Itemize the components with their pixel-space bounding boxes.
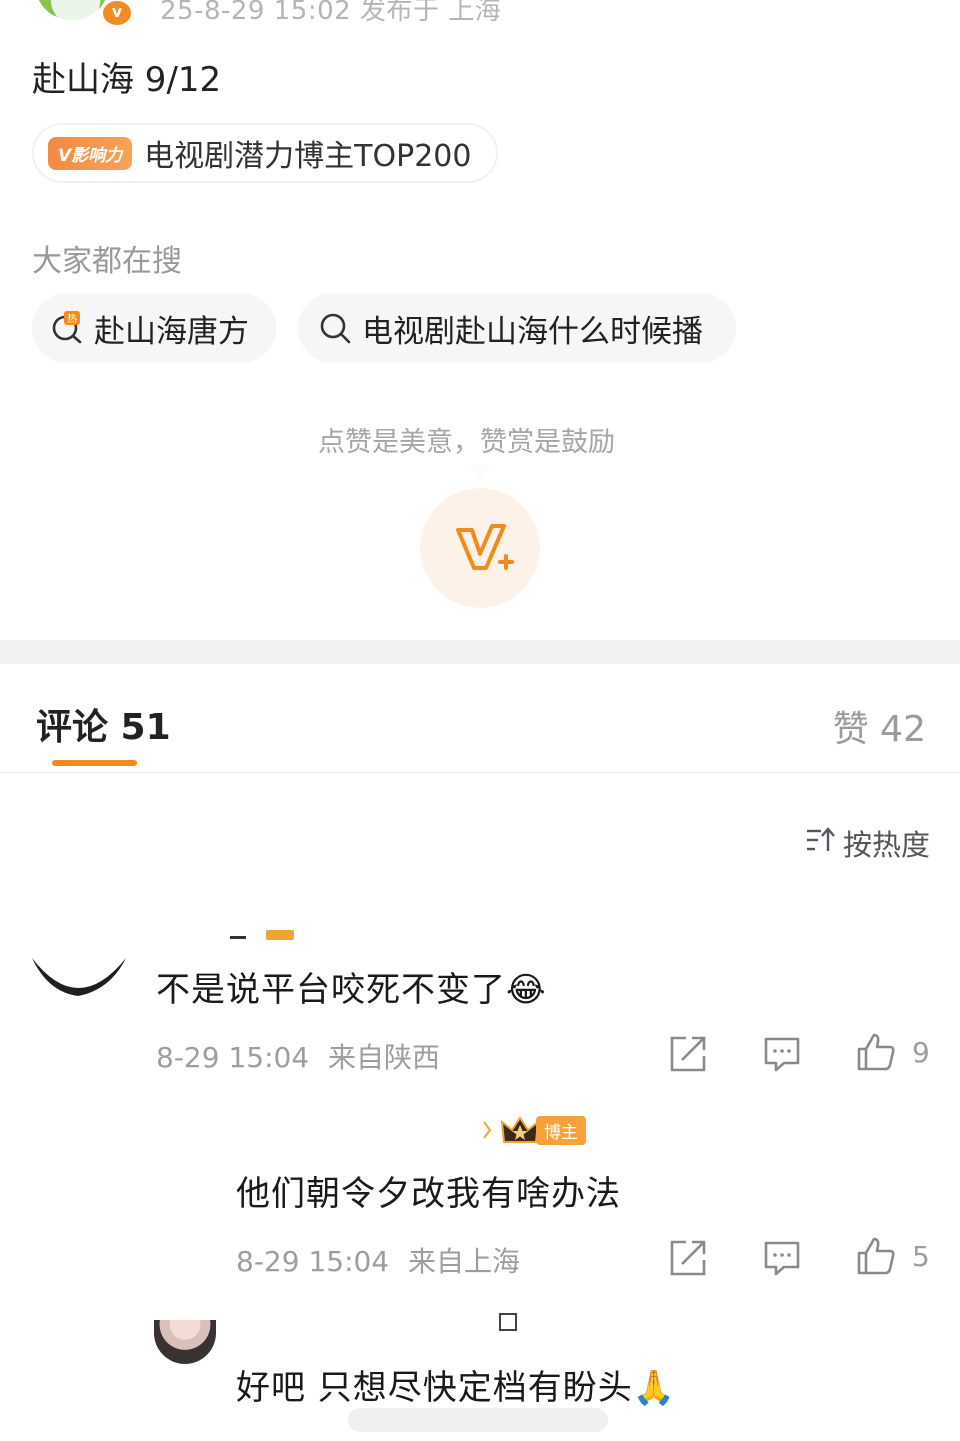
commenter-avatar[interactable]	[154, 1320, 216, 1364]
reply-icon[interactable]	[762, 1238, 802, 1278]
tab-divider	[0, 772, 960, 773]
comment-location: 来自上海	[408, 1245, 521, 1278]
comment-time: 8-29 15:04	[156, 1041, 310, 1074]
section-separator	[0, 640, 960, 664]
search-chip-label: 电视剧赴山海什么时候播	[362, 313, 703, 350]
hot-search-icon: 热	[50, 311, 84, 345]
share-icon[interactable]	[668, 1238, 708, 1278]
reply-icon[interactable]	[762, 1034, 802, 1074]
author-tag-label: 博主	[536, 1115, 586, 1145]
reward-button[interactable]	[420, 488, 540, 608]
post-meta: 25-8-29 15:02 发布于 上海	[160, 0, 502, 26]
search-chip-1[interactable]: 热 赴山海唐方	[32, 293, 276, 363]
like-count: 9	[912, 1036, 930, 1069]
svg-text:热: 热	[67, 312, 77, 325]
v-plus-reward-icon	[456, 524, 514, 570]
comment-time: 8-29 15:04	[236, 1245, 390, 1278]
blurred-meta	[348, 1408, 608, 1432]
comment-meta: 8-29 15:04 来自上海	[236, 1240, 520, 1280]
comment-meta: 8-29 15:04 来自陕西	[156, 1036, 440, 1076]
author-tag: 博主	[500, 1114, 586, 1146]
share-icon[interactable]	[668, 1034, 708, 1074]
author-avatar[interactable]	[36, 0, 108, 20]
commenter-name-fragment	[496, 1310, 522, 1340]
sort-button[interactable]: 按热度	[805, 822, 930, 864]
reward-prompt: 点赞是美意，赞赏是鼓励	[318, 427, 615, 458]
comment-location: 来自陕西	[328, 1041, 441, 1074]
influence-tag: V影响力	[48, 136, 133, 170]
search-icon	[318, 311, 352, 345]
commenter-name-fragment	[230, 926, 300, 948]
like-icon[interactable]	[856, 1032, 896, 1072]
like-count: 5	[912, 1240, 930, 1273]
verified-badge-icon: v	[100, 0, 134, 28]
trending-search-title: 大家都在搜	[32, 244, 182, 279]
crown-icon	[500, 1114, 540, 1146]
comment-text: 他们朝令夕改我有啥办法	[236, 1174, 621, 1214]
influence-badge[interactable]: V影响力 电视剧潜力博主TOP200	[32, 123, 498, 183]
post-text: 赴山海 9/12	[32, 60, 222, 100]
like-icon[interactable]	[856, 1236, 896, 1276]
search-chip-label: 赴山海唐方	[94, 313, 249, 350]
influence-label: 电视剧潜力博主TOP200	[144, 139, 472, 174]
comment-text: 好吧 只想尽快定档有盼头🙏	[236, 1368, 677, 1408]
active-tab-indicator	[52, 760, 137, 766]
tab-comments[interactable]: 评论 51	[36, 698, 171, 750]
commenter-avatar[interactable]	[30, 900, 126, 1008]
sort-label: 按热度	[842, 828, 930, 862]
reply-name-fragment	[482, 1118, 494, 1146]
search-chip-2[interactable]: 电视剧赴山海什么时候播	[298, 293, 736, 363]
tab-likes[interactable]: 赞 42	[833, 700, 926, 752]
comment-text: 不是说平台咬死不变了😂	[156, 970, 547, 1010]
sort-icon	[805, 826, 835, 861]
reward-pointer	[468, 465, 492, 477]
